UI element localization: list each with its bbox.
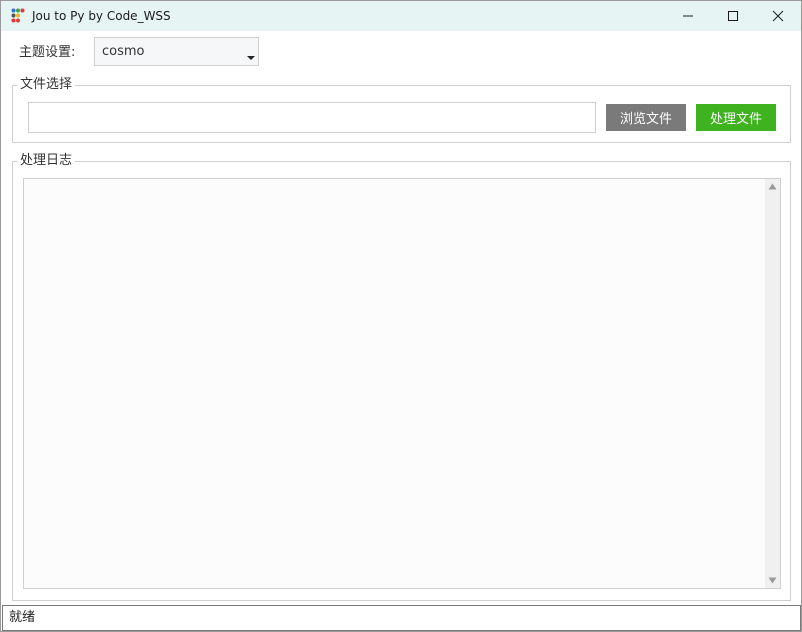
file-path-input[interactable] xyxy=(28,102,596,133)
log-group-title: 处理日志 xyxy=(17,153,76,169)
status-bar: 就绪 xyxy=(2,605,801,631)
minimize-icon xyxy=(683,15,693,17)
window-title: Jou to Py by Code_WSS xyxy=(32,9,171,23)
status-text: 就绪 xyxy=(9,610,36,625)
browse-file-button[interactable]: 浏览文件 xyxy=(606,104,686,131)
app-window: Jou to Py by Code_WSS 主题设置: cosmo 文件选择 浏… xyxy=(0,0,802,632)
close-button[interactable] xyxy=(755,1,801,31)
minimize-button[interactable] xyxy=(665,1,711,31)
app-logo-icon xyxy=(11,8,25,23)
title-bar[interactable]: Jou to Py by Code_WSS xyxy=(1,1,801,31)
maximize-button[interactable] xyxy=(710,1,756,31)
theme-label: 主题设置: xyxy=(19,45,76,60)
theme-select[interactable]: cosmo xyxy=(94,37,259,66)
dropdown-arrow-icon xyxy=(247,56,255,60)
scroll-down-arrow-icon[interactable] xyxy=(768,577,777,584)
maximize-icon xyxy=(728,11,738,21)
scroll-up-arrow-icon[interactable] xyxy=(768,183,777,190)
theme-select-value: cosmo xyxy=(102,44,145,59)
file-select-group-title: 文件选择 xyxy=(17,77,76,93)
log-scrollbar[interactable] xyxy=(765,179,780,588)
log-text-area[interactable] xyxy=(23,178,781,589)
close-icon xyxy=(772,10,784,22)
process-file-button[interactable]: 处理文件 xyxy=(696,104,776,131)
